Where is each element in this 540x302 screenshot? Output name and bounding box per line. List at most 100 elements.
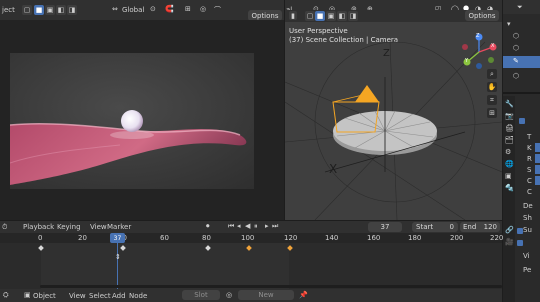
value-bar-1[interactable] (535, 143, 540, 152)
node-add-menu[interactable]: Add (112, 292, 126, 300)
constraint-tab-icon[interactable]: 🔗 (505, 226, 514, 234)
end-frame-field[interactable]: End 120 (460, 222, 500, 232)
node-view-menu[interactable]: View (69, 292, 86, 300)
value-bar-4[interactable] (535, 176, 540, 185)
prev-key-icon[interactable]: ◂ (237, 222, 241, 230)
end-label: End (463, 223, 477, 231)
outliner-row-2-icon[interactable]: ⬡ (513, 32, 519, 40)
jump-start-icon[interactable]: ⏮ (228, 222, 234, 231)
playhead-cursor-icon: ⇕ (115, 253, 121, 261)
object-mode-dropdown[interactable]: Object (33, 292, 56, 300)
select-box-icon-right[interactable]: ▢ (305, 11, 315, 21)
ruler-tick-200: 200 (450, 234, 464, 242)
outliner-selected-row[interactable]: ✎ (503, 56, 540, 68)
render-tab-icon[interactable]: 📷 (505, 112, 514, 120)
perspective-grid-icon[interactable]: ⊞ (487, 108, 497, 118)
material-browse-icon[interactable]: ◎ (226, 291, 232, 299)
ruler-tick-140: 140 (325, 234, 339, 242)
scene-tab-icon[interactable]: ⚙ (505, 148, 511, 156)
ruler-tick-20: 20 (78, 234, 87, 242)
output-tab-icon[interactable]: 🖨 (505, 124, 514, 132)
hand-pan-icon[interactable]: ✋ (487, 82, 497, 92)
node-editor-type-icon[interactable]: ⛭ (3, 291, 9, 300)
object-tab-icon[interactable]: ▣ (505, 172, 512, 180)
new-label: New (258, 291, 274, 299)
timeline-ruler[interactable]: 0 20 40 60 80 100 120 140 160 180 200 22… (0, 233, 503, 243)
playback-menu[interactable]: Playback (23, 223, 54, 231)
left-options-label: Options (251, 11, 279, 20)
select-extend-icon[interactable]: ▣ (45, 5, 55, 15)
properties-tab-column: 🔧 📷 🖨 🗂 ⚙ 🌐 ▣ 🔩 🔗 🎥 (503, 96, 515, 302)
value-bar-2[interactable] (535, 154, 540, 163)
scene-label-z: Z (383, 48, 390, 59)
zoom-icon[interactable]: ⌕ (487, 69, 497, 79)
world-tab-icon[interactable]: 🌐 (505, 160, 514, 168)
select-mode-icon[interactable]: ■ (34, 5, 44, 15)
select-intersect-icon-right[interactable]: ◨ (348, 11, 358, 21)
gizmo-axis-y: Y (465, 58, 469, 64)
snap-icon[interactable]: 🧲 (165, 5, 174, 13)
start-frame-field[interactable]: Start 0 (412, 222, 458, 232)
prop-label-c1: C (527, 177, 532, 185)
prop-label-c2: C (527, 188, 532, 196)
snap-target-icon[interactable]: ⊞ (185, 5, 191, 13)
outliner-row-3-icon[interactable]: ⬡ (513, 44, 519, 52)
record-icon[interactable]: ⏺ (206, 222, 210, 231)
marker-menu[interactable]: Marker (107, 223, 131, 231)
keying-menu[interactable]: Keying (57, 223, 81, 231)
gizmo-axis-z: Z (476, 33, 480, 39)
transform-orientation-dropdown[interactable]: Global (122, 6, 144, 14)
prop-label-s: S (527, 166, 532, 174)
right-options-dropdown[interactable]: Options (465, 10, 499, 21)
ruler-tick-100: 100 (241, 234, 255, 242)
editor-type-icon[interactable]: ⏱ (2, 223, 7, 232)
new-material-button[interactable]: New (238, 290, 294, 300)
checkbox-2[interactable] (517, 228, 523, 234)
timeline-track-area[interactable] (0, 243, 502, 289)
select-extend-icon-right[interactable]: ▣ (326, 11, 336, 21)
select-box-icon[interactable]: ▢ (22, 5, 32, 15)
viewport-tools-row: ▮ ▢ ■ ▣ ◧ ◨ Options (285, 10, 502, 22)
checkbox-1[interactable] (519, 118, 525, 124)
jump-end-icon[interactable]: ⏭ (272, 222, 278, 231)
left-editor-header-text: ject (2, 6, 15, 14)
timeline-header: ⏱ Playback Keying View Marker ⏺ ⏮ ◂ ◀ ⏸ … (0, 221, 502, 233)
select-mode-icon-right[interactable]: ■ (315, 11, 325, 21)
tool-tab-icon[interactable]: 🔧 (505, 100, 514, 108)
next-key-icon[interactable]: ▸ (265, 222, 269, 230)
pivot-icon[interactable]: ⊙ (150, 5, 156, 13)
play-reverse-icon[interactable]: ◀ (245, 222, 250, 230)
value-bar-3[interactable] (535, 165, 540, 174)
render-preview-image (10, 53, 254, 189)
data-tab-icon[interactable]: 🎥 (505, 238, 514, 246)
modifier-tab-icon[interactable]: 🔩 (505, 184, 514, 192)
scene-label-x: X (329, 162, 338, 176)
current-frame-value: 37 (380, 223, 390, 231)
panel-pe-label: Pe (523, 266, 532, 274)
playhead-frame: 37 (113, 234, 122, 242)
timeline-scrollbar[interactable] (40, 285, 502, 288)
panel-sub-label: Su (523, 226, 532, 234)
node-node-menu[interactable]: Node (129, 292, 147, 300)
proportional-edit-icon[interactable]: ◎ (200, 5, 206, 13)
camera-view-icon[interactable]: ⌗ (487, 95, 497, 105)
filter-icon[interactable]: ⏷ (517, 3, 523, 12)
view-layer-tab-icon[interactable]: 🗂 (505, 136, 514, 144)
current-frame-field[interactable]: 37 (368, 222, 402, 232)
select-intersect-icon[interactable]: ◨ (67, 5, 77, 15)
pause-icon[interactable]: ⏸ (254, 222, 258, 231)
falloff-icon[interactable]: ⌒ (214, 5, 221, 15)
select-subtract-icon-right[interactable]: ◧ (337, 11, 347, 21)
select-subtract-icon[interactable]: ◧ (56, 5, 66, 15)
outliner-row-1-icon[interactable]: ▾ (507, 20, 511, 28)
view-menu[interactable]: View (90, 223, 107, 231)
pin-icon[interactable]: 📌 (299, 291, 308, 299)
node-select-menu[interactable]: Select (89, 292, 111, 300)
playhead-handle[interactable]: 37 (110, 233, 125, 243)
checkbox-3[interactable] (517, 240, 523, 246)
viewport-toggle-icon[interactable]: ▮ (289, 11, 297, 20)
slot-dropdown[interactable]: Slot (182, 290, 220, 300)
outliner-row-5-icon[interactable]: ⬡ (513, 72, 519, 80)
prop-label-t: T (527, 133, 532, 141)
ruler-tick-60: 60 (160, 234, 169, 242)
